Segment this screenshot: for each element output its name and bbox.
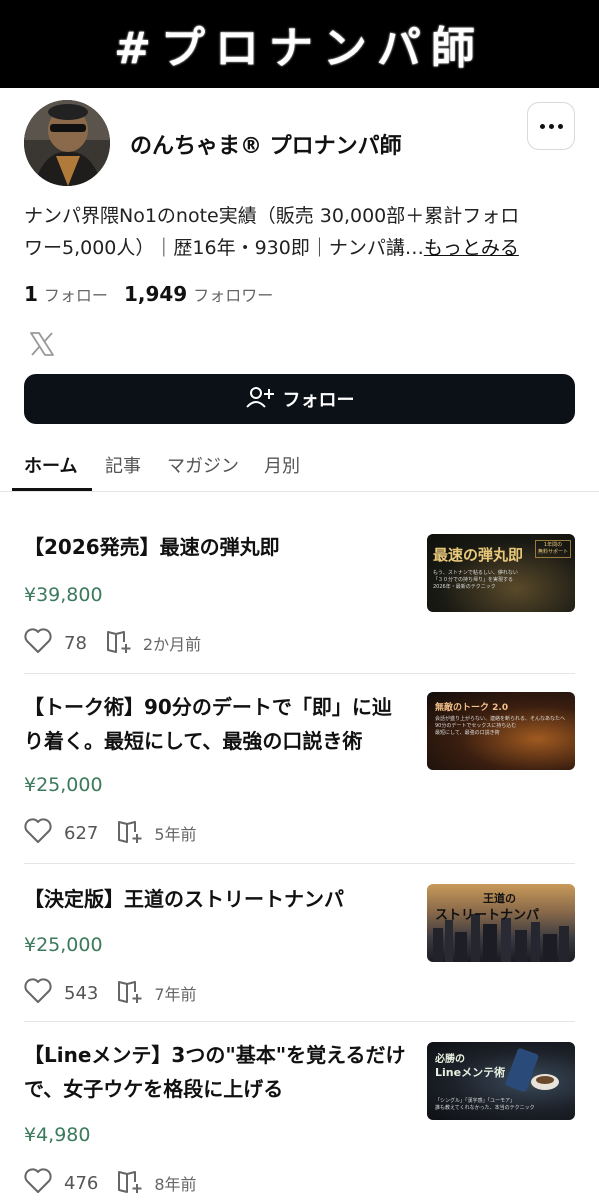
profile-bio: ナンパ界隈No1のnote実績（販売 30,000部＋累計フォロ ワー5,000… — [24, 200, 575, 264]
article-date: 7年前 — [154, 985, 197, 1004]
like-count: 543 — [64, 982, 99, 1004]
thumbnail-subtitle: もう、ストナンで粘るしい、儚れない 「３０分での持ち帰り」を実現する 2026年… — [433, 570, 518, 590]
more-horizontal-icon — [539, 123, 563, 129]
x-twitter-icon[interactable] — [28, 330, 56, 358]
thumbnail-title-line-2: Lineメンテ術 — [435, 1066, 506, 1079]
article-meta: 543 7年前 — [24, 978, 197, 1008]
avatar[interactable] — [24, 100, 110, 186]
article-title[interactable]: 【決定版】王道のストリートナンパ — [24, 882, 409, 916]
like-count: 476 — [64, 1172, 99, 1194]
profile-name[interactable]: のんちゃま® プロナンパ師 — [130, 128, 402, 160]
article-title[interactable]: 【Lineメンテ】3つの"基本"を覚えるだけで、女子ウケを格段に上げる — [24, 1038, 409, 1106]
article-card[interactable]: 【2026発売】最速の弾丸即 ¥39,800 78 2か月前 最速の弾丸即 1年… — [24, 516, 575, 674]
bio-line-2-text: ワー5,000人）｜歴16年・930即｜ナンパ講… — [24, 237, 424, 259]
article-meta: 627 5年前 — [24, 818, 197, 848]
heart-icon[interactable] — [24, 1168, 52, 1198]
article-thumbnail[interactable]: 最速の弾丸即 1年間の 無料サポート もう、ストナンで粘るしい、儚れない 「３０… — [427, 534, 575, 612]
bio-line-1: ナンパ界隈No1のnote実績（販売 30,000部＋累計フォロ — [24, 205, 520, 227]
add-user-icon — [245, 385, 275, 414]
tab-articles[interactable]: 記事 — [105, 452, 141, 478]
follow-button-label: フォロー — [282, 390, 355, 411]
heart-icon[interactable] — [24, 978, 52, 1008]
article-thumbnail[interactable]: 必勝の Lineメンテ術 「シングル」「漢字感」「ユーモア」 誰も教えてくれなか… — [427, 1042, 575, 1120]
follow-button[interactable]: フォロー — [24, 374, 575, 424]
article-card[interactable]: 【Lineメンテ】3つの"基本"を覚えるだけで、女子ウケを格段に上げる ¥4,9… — [24, 1022, 575, 1200]
tab-monthly[interactable]: 月別 — [264, 452, 300, 478]
banner-title: #プロナンパ師 — [114, 23, 485, 74]
follower-label[interactable]: フォロワー — [193, 282, 273, 306]
article-date: 8年前 — [154, 1175, 197, 1194]
like-count: 78 — [64, 632, 87, 654]
tab-home[interactable]: ホーム — [24, 452, 77, 478]
thumbnail-subtitle: 会話が盛り上がらない、連絡を断られる、そんなあなたへ 90分のデートでセックスに… — [435, 716, 566, 736]
follower-count[interactable]: 1,949 — [124, 282, 187, 306]
tab-magazines[interactable]: マガジン — [167, 452, 239, 478]
article-card[interactable]: 【決定版】王道のストリートナンパ ¥25,000 543 7年前 王道の ストリ… — [24, 864, 575, 1022]
article-title[interactable]: 【トーク術】90分のデートで「即」に辿り着く。最短にして、最強の口説き術 — [24, 690, 409, 758]
article-thumbnail[interactable]: 無敵のトーク 2.0 会話が盛り上がらない、連絡を断られる、そんなあなたへ 90… — [427, 692, 575, 770]
follow-stats: 1 フォロー 1,949 フォロワー — [24, 282, 283, 306]
thumbnail-badge: 1年間の 無料サポート — [534, 540, 571, 558]
bio-more-link[interactable]: もっとみる — [424, 237, 519, 259]
add-to-magazine-icon[interactable] — [105, 628, 133, 658]
article-price: ¥25,000 — [24, 934, 103, 956]
more-options-button[interactable] — [527, 102, 575, 150]
thumbnail-title-line-1: 必勝の — [435, 1054, 465, 1065]
following-count[interactable]: 1 — [24, 282, 38, 306]
thumbnail-title: 無敵のトーク 2.0 — [435, 703, 509, 713]
following-label[interactable]: フォロー — [44, 282, 108, 306]
article-title[interactable]: 【2026発売】最速の弾丸即 — [24, 530, 409, 564]
add-to-magazine-icon[interactable] — [116, 818, 144, 848]
article-price: ¥39,800 — [24, 584, 103, 606]
add-to-magazine-icon[interactable] — [116, 1168, 144, 1198]
article-thumbnail[interactable]: 王道の ストリートナンパ — [427, 884, 575, 962]
heart-icon[interactable] — [24, 818, 52, 848]
header-banner: #プロナンパ師 — [0, 0, 599, 88]
article-meta: 78 2か月前 — [24, 628, 201, 658]
thumbnail-subtitle: 「シングル」「漢字感」「ユーモア」 誰も教えてくれなかった、本当のテクニック — [435, 1098, 535, 1111]
profile-header: のんちゃま® プロナンパ師 — [24, 100, 575, 190]
article-card[interactable]: 【トーク術】90分のデートで「即」に辿り着く。最短にして、最強の口説き術 ¥25… — [24, 674, 575, 864]
thumbnail-title-line-2: ストリートナンパ — [435, 908, 540, 923]
article-date: 2か月前 — [142, 635, 202, 654]
add-to-magazine-icon[interactable] — [116, 978, 144, 1008]
active-tab-indicator — [12, 488, 92, 491]
article-meta: 476 8年前 — [24, 1168, 197, 1198]
article-price: ¥4,980 — [24, 1124, 91, 1146]
thumbnail-title: 最速の弾丸即 — [433, 546, 524, 564]
bio-line-2: ワー5,000人）｜歴16年・930即｜ナンパ講…もっとみる — [24, 232, 575, 264]
article-date: 5年前 — [154, 825, 197, 844]
tab-bar: ホーム 記事 マガジン 月別 — [0, 440, 599, 492]
like-count: 627 — [64, 822, 99, 844]
article-price: ¥25,000 — [24, 774, 103, 796]
heart-icon[interactable] — [24, 628, 52, 658]
